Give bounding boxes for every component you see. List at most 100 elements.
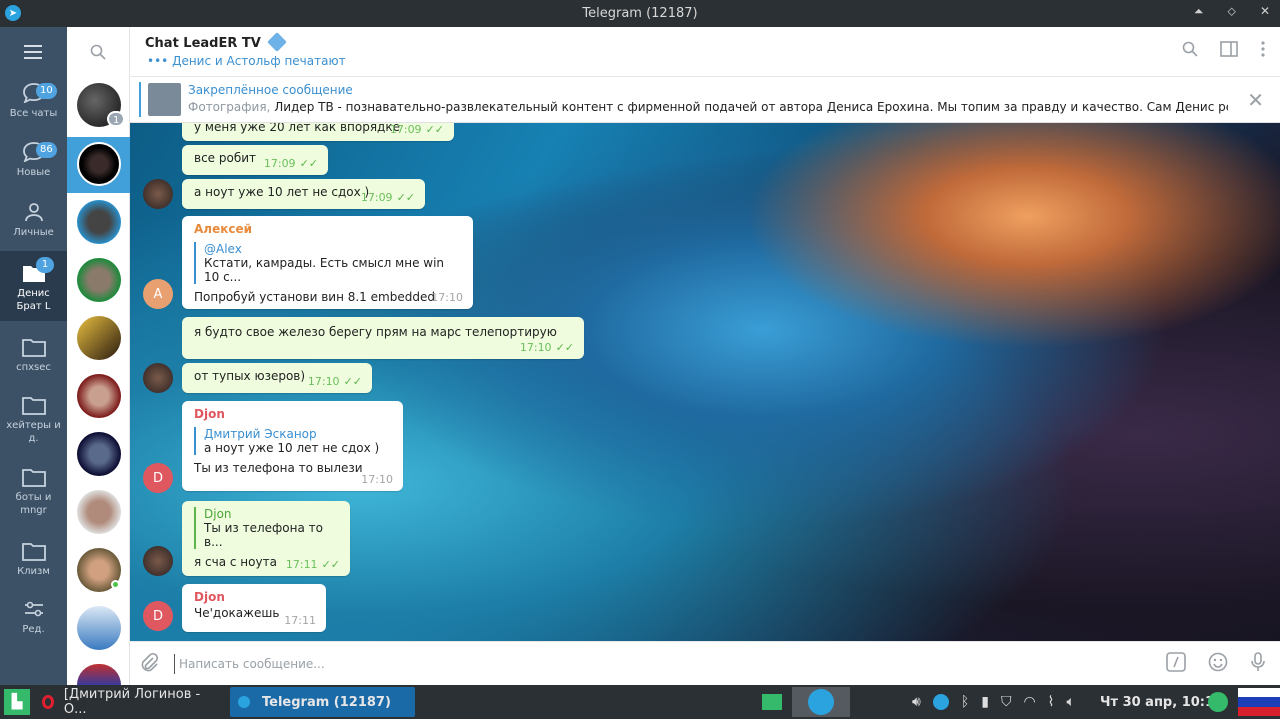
double-check-icon: ✓✓ <box>425 123 444 136</box>
system-taskbar: ▙ [Дмитрий Логинов - О... Telegram (1218… <box>0 685 1280 719</box>
chat-avatar[interactable] <box>77 432 121 476</box>
message-time: 17:10 <box>361 473 393 486</box>
message-bubble[interactable]: Алексей @Alex Кстати, камрады. Есть смыс… <box>182 216 473 309</box>
pinned-thumbnail <box>148 83 181 116</box>
folder-label: Все чаты <box>9 108 58 119</box>
message-bubble[interactable]: Djon Че'докажешь 17:11 <box>182 584 326 632</box>
message-text: от тупых юзеров) <box>194 369 306 383</box>
reply-name: Дмитрий Эсканор <box>204 427 317 441</box>
power-icon[interactable] <box>1208 687 1230 717</box>
folder-bots[interactable]: боты и mngr <box>0 467 67 517</box>
folder-personal[interactable]: Личные <box>0 202 67 239</box>
shield-icon[interactable]: ⛉ <box>1001 694 1012 710</box>
close-icon[interactable]: ✕ <box>1247 88 1264 112</box>
chat-avatar[interactable] <box>77 316 121 360</box>
search-icon[interactable] <box>1182 41 1198 57</box>
folder-label: Новые <box>16 167 51 178</box>
folder-all-chats[interactable]: 10 Все чаты <box>0 83 67 120</box>
folder-haters[interactable]: хейтеры и д. <box>0 395 67 445</box>
chat-avatar[interactable] <box>77 200 121 244</box>
message-text: Ты из телефона то вылези <box>194 461 363 475</box>
message-bubble[interactable]: все робит 17:09 ✓✓ <box>182 145 328 175</box>
telegram-tray-icon[interactable] <box>932 694 949 710</box>
chat-avatar[interactable] <box>77 258 121 302</box>
sender-avatar[interactable] <box>143 179 173 209</box>
message-text: все робит <box>194 151 257 165</box>
message-bubble[interactable]: Djon Ты из телефона то в... я сча с ноут… <box>182 501 350 576</box>
sender-name[interactable]: Djon <box>194 590 314 604</box>
volume-icon[interactable]: 🔈︎ <box>1067 694 1075 710</box>
folder-label: Денис Брат L <box>16 288 51 312</box>
search-icon[interactable] <box>90 44 106 60</box>
close-icon[interactable]: ✕ <box>1260 4 1270 19</box>
start-menu-icon[interactable]: ▙ <box>4 689 30 715</box>
sender-avatar[interactable]: D <box>143 601 173 631</box>
chat-title[interactable]: Chat LeadER TV <box>145 32 288 52</box>
sender-avatar[interactable] <box>143 546 173 576</box>
menu-icon[interactable] <box>24 45 42 59</box>
pinned-title: Закреплённое сообщение <box>188 83 353 97</box>
minimize-icon[interactable]: ⏶ <box>1194 4 1204 19</box>
chat-avatar[interactable] <box>77 606 121 650</box>
reply-text: Кстати, камрады. Есть смысл мне win 10 с… <box>204 256 445 284</box>
pinned-message[interactable]: Закреплённое сообщение Фотография, Лидер… <box>130 77 1280 123</box>
double-check-icon: ✓✓ <box>343 375 362 388</box>
keyboard-layout-flag-icon[interactable] <box>1238 688 1280 716</box>
maximize-icon[interactable]: ⬦ <box>1228 4 1236 19</box>
taskbar-window-title: Telegram (12187) <box>262 694 391 710</box>
sender-avatar[interactable]: А <box>143 279 173 309</box>
wifi-icon[interactable]: ◠ <box>1023 694 1035 710</box>
sender-avatar[interactable] <box>143 363 173 393</box>
chat-avatar[interactable] <box>77 664 121 685</box>
sidebar-toggle-icon[interactable] <box>1220 41 1238 57</box>
message-bubble[interactable]: я будто свое железо берегу прям на марс … <box>182 317 584 359</box>
message-text: у меня уже 20 лет как впорядке <box>194 123 400 134</box>
folder-label: спхsec <box>16 362 51 373</box>
more-options-icon[interactable] <box>1260 41 1266 57</box>
message-time: 17:11 ✓✓ <box>285 558 340 571</box>
clip-icon[interactable]: ⌇ <box>1048 694 1055 710</box>
clock[interactable]: Чт 30 апр, 10:11 <box>1100 687 1223 717</box>
reply-preview[interactable]: Дмитрий Эсканор а ноут уже 10 лет не сдо… <box>194 427 391 455</box>
emoji-icon[interactable] <box>1208 652 1228 672</box>
microphone-icon[interactable] <box>1250 652 1266 672</box>
telegram-tray-icon[interactable] <box>792 687 850 717</box>
folder-edit[interactable]: Ред. <box>0 599 67 636</box>
folder-new[interactable]: 86 Новые <box>0 142 67 179</box>
message-text: я будто свое железо берегу прям на марс … <box>194 325 557 339</box>
folders-sidebar: 10 Все чаты 86 Новые Личные 1 Денис Брат… <box>0 27 67 685</box>
reply-preview[interactable]: Djon Ты из телефона то в... <box>194 507 338 549</box>
message-text: а ноут уже 10 лет не сдох ) <box>194 185 370 199</box>
message-bubble[interactable]: а ноут уже 10 лет не сдох ) 17:09 ✓✓ <box>182 179 425 209</box>
folder-cnxsec[interactable]: спхsec <box>0 337 67 374</box>
online-indicator <box>111 580 120 589</box>
message-input[interactable] <box>174 654 1074 674</box>
typing-dots-icon: ••• <box>147 54 169 68</box>
chat-avatar[interactable] <box>77 490 121 534</box>
folder-label: хейтеры и д. <box>6 420 61 444</box>
message-time: 17:10 ✓✓ <box>519 341 574 354</box>
folder-icon <box>21 397 46 415</box>
message-bubble[interactable]: Djon Дмитрий Эсканор а ноут уже 10 лет н… <box>182 401 403 491</box>
attach-icon[interactable] <box>140 652 158 672</box>
message-bubble[interactable]: у меня уже 20 лет как впорядке 17:09 ✓✓ <box>182 123 454 141</box>
taskbar-telegram-window[interactable]: Telegram (12187) <box>230 687 415 717</box>
message-input-bar <box>130 641 1280 685</box>
reply-text: Ты из телефона то в... <box>204 521 323 549</box>
battery-icon[interactable]: ▮ <box>981 694 989 710</box>
reply-preview[interactable]: @Alex Кстати, камрады. Есть смысл мне wi… <box>194 242 461 284</box>
sender-avatar[interactable]: D <box>143 463 173 493</box>
chat-app-icon[interactable] <box>762 687 784 717</box>
chat-avatar[interactable] <box>77 142 121 186</box>
volume-icon[interactable]: 🔊︎ <box>912 694 921 710</box>
sender-name[interactable]: Djon <box>194 407 391 421</box>
message-bubble[interactable]: от тупых юзеров) 17:10 ✓✓ <box>182 363 372 393</box>
chat-avatar[interactable] <box>77 374 121 418</box>
taskbar-browser-window[interactable]: [Дмитрий Логинов - О... <box>42 687 224 717</box>
bot-commands-icon[interactable] <box>1166 652 1186 672</box>
folder-denis-brat[interactable]: 1 Денис Брат L <box>0 251 67 321</box>
sender-name[interactable]: Алексей <box>194 222 461 236</box>
double-check-icon: ✓✓ <box>555 341 574 354</box>
bluetooth-icon[interactable]: ᛒ <box>961 694 969 710</box>
folder-klizm[interactable]: Клизм <box>0 541 67 578</box>
